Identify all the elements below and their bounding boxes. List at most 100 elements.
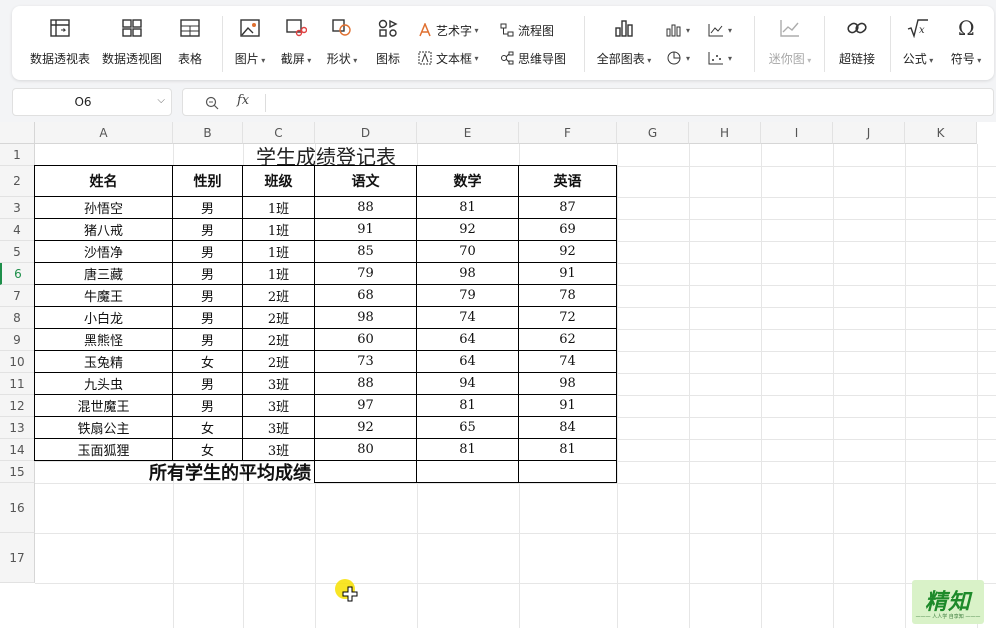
icons-button[interactable]: 图标 [368,6,408,80]
table-cell[interactable]: 64 [416,328,519,351]
table-cell[interactable]: 男 [172,262,243,285]
spreadsheet-grid[interactable]: A B C D E F G H I J K 1 2 3 4 5 6 7 8 9 10 11 12 13 14 15 16 17 学生成绩… [0,122,996,628]
column-header[interactable]: F [519,122,617,144]
table-cell[interactable]: 男 [172,372,243,395]
wordart-button[interactable]: 艺术字 ▾ [418,20,479,40]
table-header-cell[interactable]: 性别 [172,165,243,197]
table-cell[interactable]: 79 [314,262,417,285]
table-cell[interactable]: 铁扇公主 [34,416,173,439]
table-cell[interactable]: 80 [314,438,417,461]
row-header[interactable]: 14 [0,439,35,461]
table-cell[interactable]: 65 [416,416,519,439]
table-cell[interactable]: 72 [518,306,617,329]
table-cell[interactable]: 女 [172,416,243,439]
sheet-title-cell[interactable]: 学生成绩登记表 [35,144,617,169]
column-header[interactable]: J [833,122,905,144]
table-cell[interactable]: 1班 [242,240,315,263]
table-cell[interactable]: 69 [518,218,617,241]
table-cell[interactable]: 2班 [242,328,315,351]
zoom-icon[interactable] [205,95,219,114]
table-cell[interactable]: 女 [172,350,243,373]
table-cell[interactable]: 2班 [242,350,315,373]
table-cell[interactable]: 唐三藏 [34,262,173,285]
table-cell[interactable]: 92 [416,218,519,241]
line-chart-dropdown[interactable]: ▾ [708,20,732,40]
table-cell[interactable]: 60 [314,328,417,351]
table-cell[interactable]: 98 [416,262,519,285]
table-cell[interactable]: 1班 [242,262,315,285]
pivot-chart-button[interactable]: 数据透视图 [100,6,164,80]
table-header-cell[interactable]: 班级 [242,165,315,197]
row-header[interactable]: 13 [0,417,35,439]
pivot-table-button[interactable]: 数据透视表 [28,6,92,80]
row-header[interactable]: 1 [0,144,35,166]
table-cell[interactable]: 84 [518,416,617,439]
table-cell[interactable]: 73 [314,350,417,373]
table-cell[interactable]: 牛魔王 [34,284,173,307]
column-header[interactable]: A [35,122,173,144]
table-cell[interactable]: 85 [314,240,417,263]
table-cell[interactable]: 88 [314,196,417,219]
column-header[interactable]: G [617,122,689,144]
row-header[interactable]: 5 [0,241,35,263]
table-cell[interactable]: 玉兔精 [34,350,173,373]
table-cell[interactable]: 九头虫 [34,372,173,395]
table-cell[interactable]: 3班 [242,372,315,395]
table-cell[interactable]: 92 [518,240,617,263]
row-header[interactable]: 7 [0,285,35,307]
column-header[interactable]: E [417,122,519,144]
table-cell[interactable]: 88 [314,372,417,395]
row-header[interactable]: 4 [0,219,35,241]
table-cell[interactable]: 79 [416,284,519,307]
row-header[interactable]: 3 [0,197,35,219]
table-cell[interactable]: 68 [314,284,417,307]
table-cell[interactable]: 78 [518,284,617,307]
scatter-chart-dropdown[interactable]: ▾ [708,48,732,68]
sparkline-button[interactable]: 迷你图 ▾ [762,6,818,80]
table-cell[interactable]: 小白龙 [34,306,173,329]
symbol-button[interactable]: Ω 符号 ▾ [944,6,988,80]
table-cell[interactable]: 92 [314,416,417,439]
table-cell[interactable]: 98 [518,372,617,395]
row-header[interactable]: 17 [0,533,35,583]
flowchart-button[interactable]: 流程图 [500,20,554,40]
screenshot-button[interactable]: 截屏 ▾ [276,6,316,80]
table-cell[interactable]: 81 [416,394,519,417]
row-header[interactable]: 10 [0,351,35,373]
pie-chart-dropdown[interactable]: ▾ [666,48,690,68]
table-cell[interactable]: 98 [314,306,417,329]
table-cell[interactable]: 黑熊怪 [34,328,173,351]
mindmap-button[interactable]: 思维导图 [500,48,566,68]
table-button[interactable]: 表格 [170,6,210,80]
column-header[interactable]: H [689,122,761,144]
table-cell[interactable]: 男 [172,218,243,241]
row-header[interactable]: 8 [0,307,35,329]
table-cell[interactable]: 男 [172,284,243,307]
fx-icon[interactable]: fx [237,93,249,108]
name-box[interactable]: O6 ⌵ [12,88,172,116]
average-label-cell[interactable]: 所有学生的平均成绩 [35,461,315,484]
all-charts-button[interactable]: 全部图表 ▾ [592,6,656,80]
table-cell[interactable]: 3班 [242,416,315,439]
row-header[interactable]: 16 [0,483,35,533]
table-cell[interactable]: 男 [172,196,243,219]
average-value-cell[interactable] [314,460,417,483]
average-value-cell[interactable] [518,460,617,483]
column-header[interactable]: I [761,122,833,144]
table-header-cell[interactable]: 英语 [518,165,617,197]
table-cell[interactable]: 64 [416,350,519,373]
table-cell[interactable]: 3班 [242,394,315,417]
table-cell[interactable]: 男 [172,306,243,329]
table-header-cell[interactable]: 语文 [314,165,417,197]
table-cell[interactable]: 97 [314,394,417,417]
table-cell[interactable]: 2班 [242,284,315,307]
table-cell[interactable]: 74 [416,306,519,329]
row-header[interactable]: 11 [0,373,35,395]
row-header[interactable]: 6 [0,263,35,285]
table-cell[interactable]: 91 [518,262,617,285]
table-cell[interactable]: 87 [518,196,617,219]
select-all-corner[interactable] [0,122,35,144]
table-cell[interactable]: 男 [172,394,243,417]
textbox-button[interactable]: 文本框 ▾ [418,48,479,68]
table-cell[interactable]: 91 [314,218,417,241]
